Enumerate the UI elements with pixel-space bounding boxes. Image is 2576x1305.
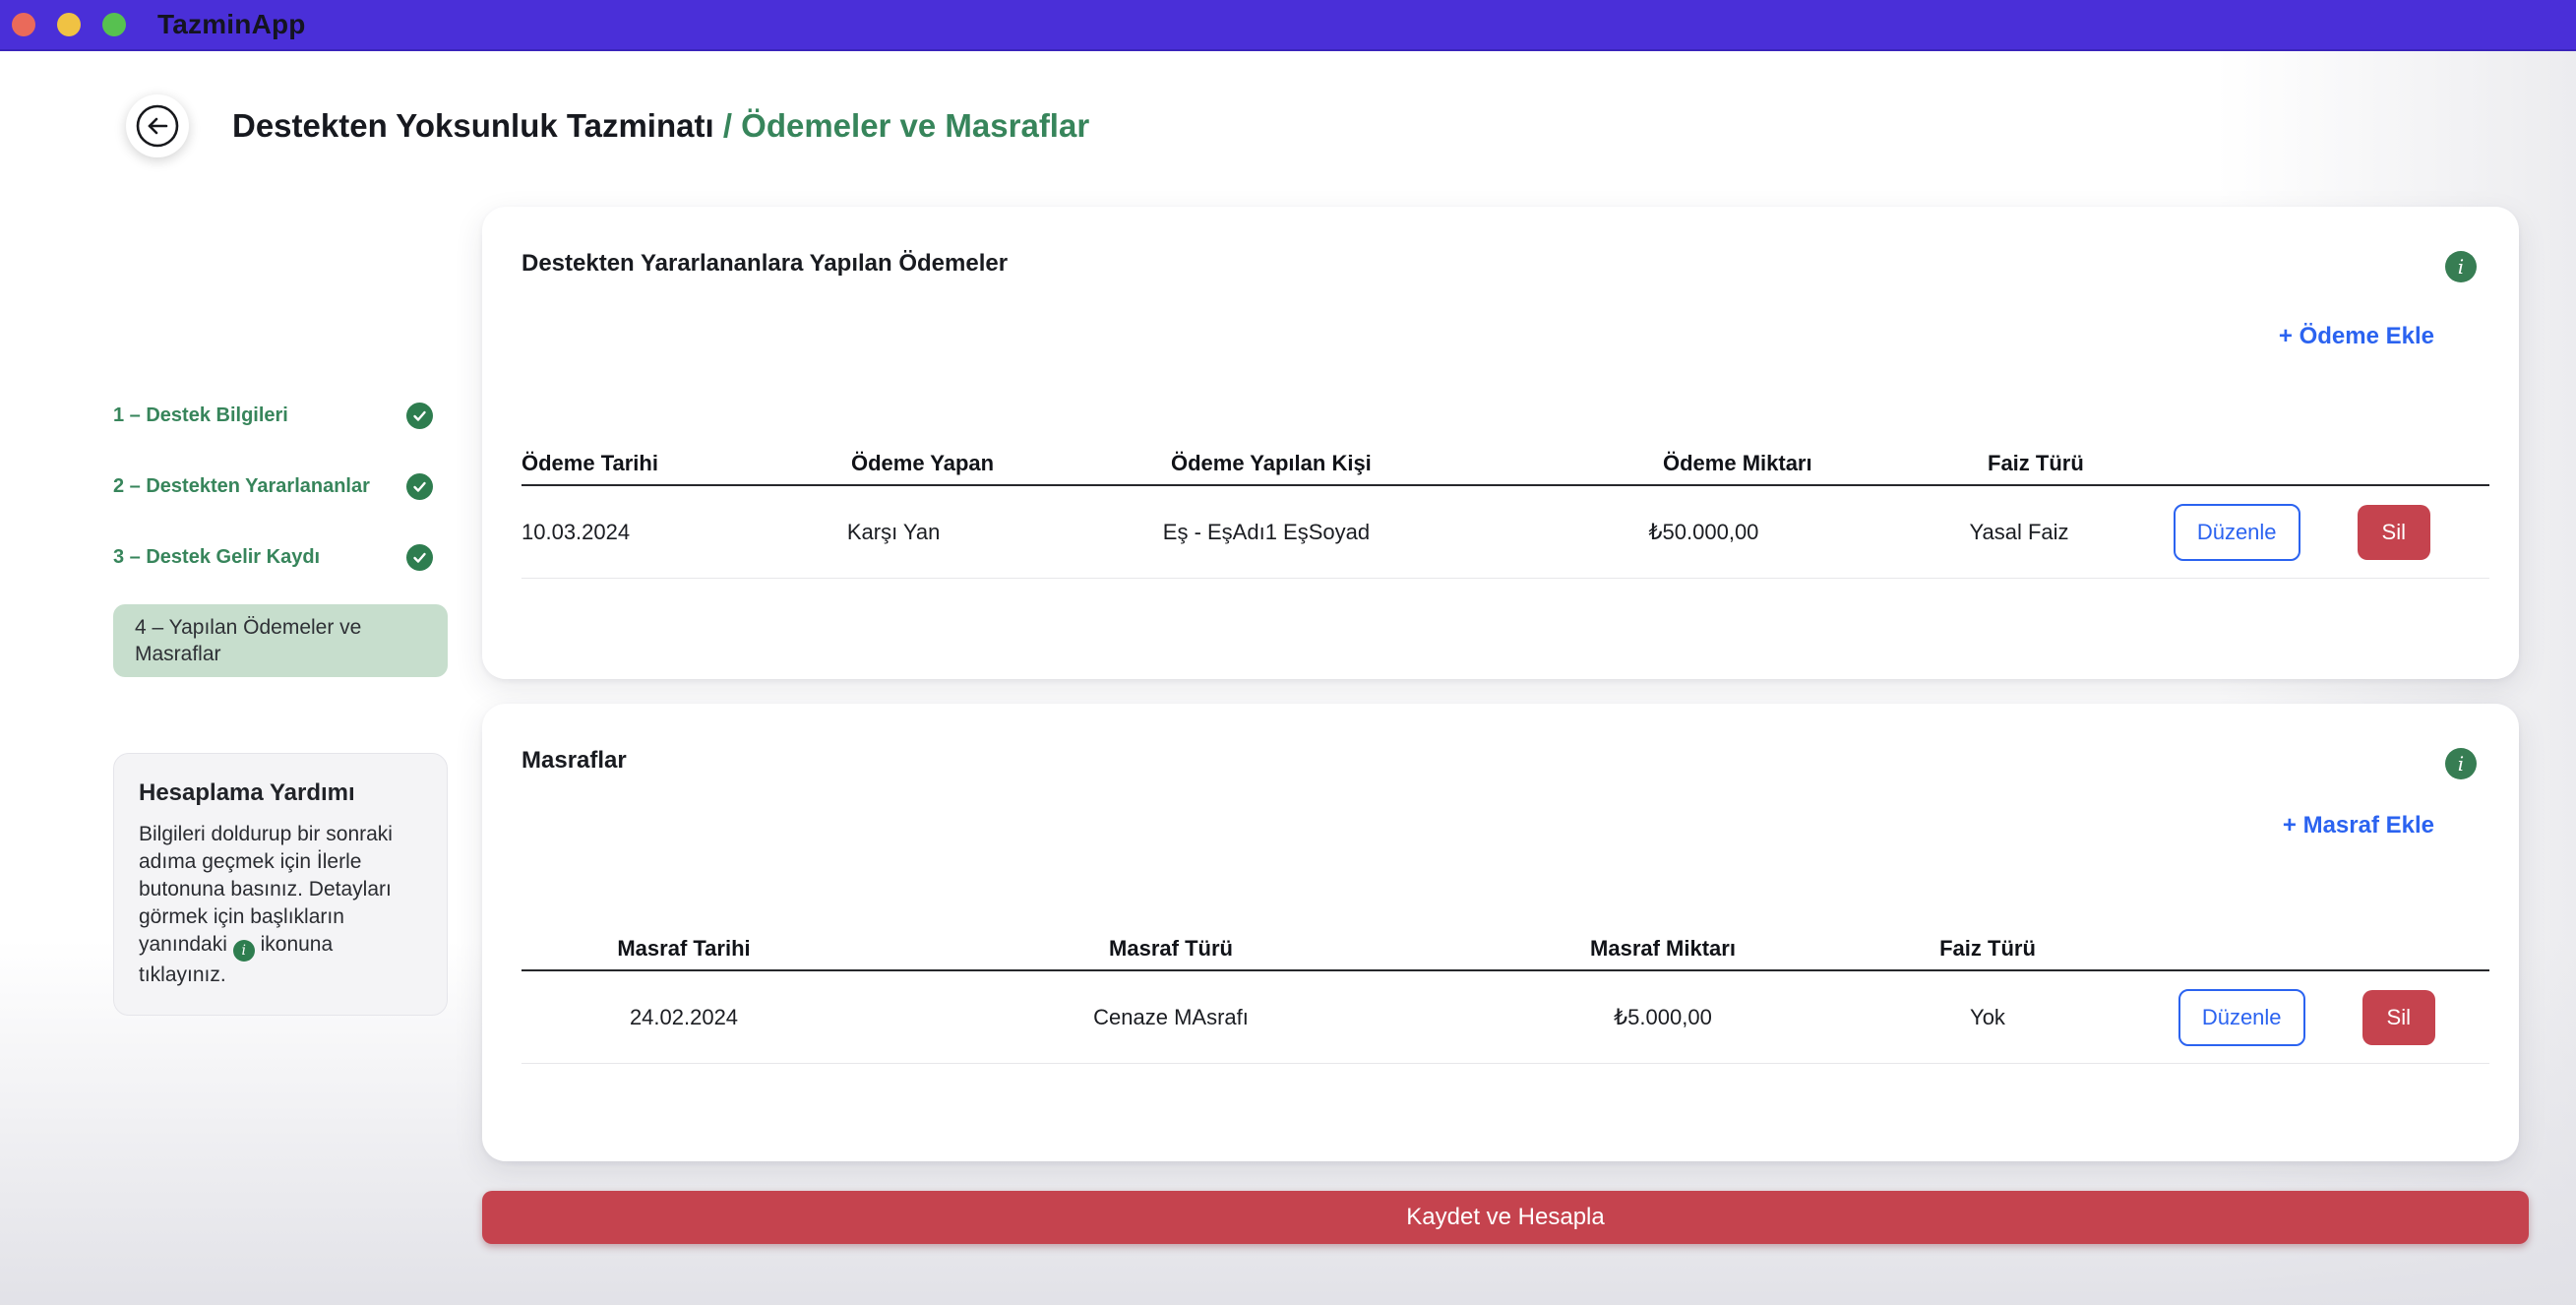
payments-card-title: Destekten Yararlananlara Yapılan Ödemele… bbox=[521, 250, 1008, 278]
column-header: Faiz Türü bbox=[1830, 936, 2145, 962]
expense-type-cell: Cenaze MAsrafı bbox=[846, 1005, 1496, 1030]
payment-amount-cell: ₺50.000,00 bbox=[1649, 520, 1970, 545]
check-circle-icon bbox=[406, 403, 433, 429]
add-payment-button[interactable]: + Ödeme Ekle bbox=[2279, 323, 2434, 350]
maximize-window-button[interactable] bbox=[102, 13, 126, 36]
expenses-table-row: 24.02.2024 Cenaze MAsrafı ₺5.000,00 Yok … bbox=[521, 971, 2489, 1064]
close-window-button[interactable] bbox=[12, 13, 35, 36]
help-box: Hesaplama Yardımı Bilgileri doldurup bir… bbox=[113, 753, 448, 1016]
sidebar-step-4-active[interactable]: 4 – Yapılan Ödemeler ve Masraflar bbox=[113, 604, 448, 677]
step-label: 1 – Destek Bilgileri bbox=[113, 404, 288, 427]
payment-date-cell: 10.03.2024 bbox=[521, 520, 847, 545]
save-and-calculate-button[interactable]: Kaydet ve Hesapla bbox=[482, 1191, 2529, 1244]
back-button[interactable] bbox=[126, 94, 189, 157]
expense-date-cell: 24.02.2024 bbox=[521, 1005, 846, 1030]
help-body: Bilgileri doldurup bir sonraki adıma geç… bbox=[139, 821, 422, 989]
column-header: Faiz Türü bbox=[1988, 451, 2194, 476]
payment-interest-cell: Yasal Faiz bbox=[1969, 520, 2173, 545]
page-title: Destekten Yoksunluk Tazminatı / Ödemeler… bbox=[232, 107, 1089, 145]
app-title: TazminApp bbox=[157, 9, 306, 40]
info-icon[interactable]: i bbox=[2445, 251, 2477, 282]
app-window: TazminApp Destekten Yoksunluk Tazminatı … bbox=[0, 0, 2576, 1305]
step-label: 4 – Yapılan Ödemeler ve Masraflar bbox=[135, 614, 426, 667]
edit-payment-button[interactable]: Düzenle bbox=[2174, 504, 2300, 561]
expenses-card: Masraflar i + Masraf Ekle Masraf Tarihi … bbox=[482, 704, 2519, 1161]
expenses-card-title: Masraflar bbox=[521, 747, 627, 775]
payments-table-row: 10.03.2024 Karşı Yan Eş - EşAdı1 EşSoyad… bbox=[521, 486, 2489, 579]
expense-interest-cell: Yok bbox=[1830, 1005, 2145, 1030]
column-header: Masraf Türü bbox=[846, 936, 1496, 962]
window-controls bbox=[0, 13, 126, 36]
expense-amount-cell: ₺5.000,00 bbox=[1496, 1005, 1830, 1030]
payments-table-header: Ödeme Tarihi Ödeme Yapan Ödeme Yapılan K… bbox=[521, 443, 2489, 486]
payment-payee-cell: Eş - EşAdı1 EşSoyad bbox=[1163, 520, 1649, 545]
payment-payer-cell: Karşı Yan bbox=[847, 520, 1163, 545]
step-label: 3 – Destek Gelir Kaydı bbox=[113, 546, 320, 569]
edit-expense-button[interactable]: Düzenle bbox=[2178, 989, 2305, 1046]
column-header: Masraf Tarihi bbox=[521, 936, 846, 962]
page-header: Destekten Yoksunluk Tazminatı / Ödemeler… bbox=[126, 94, 1089, 157]
column-header: Ödeme Yapılan Kişi bbox=[1171, 451, 1663, 476]
breadcrumb: / Ödemeler ve Masraflar bbox=[723, 107, 1089, 144]
info-icon: i bbox=[233, 940, 255, 962]
column-header: Ödeme Miktarı bbox=[1663, 451, 1988, 476]
delete-expense-button[interactable]: Sil bbox=[2362, 990, 2435, 1045]
sidebar-step-1[interactable]: 1 – Destek Bilgileri bbox=[113, 402, 433, 429]
payments-card: Destekten Yararlananlara Yapılan Ödemele… bbox=[482, 207, 2519, 679]
help-title: Hesaplama Yardımı bbox=[139, 779, 422, 807]
add-expense-button[interactable]: + Masraf Ekle bbox=[2283, 812, 2434, 839]
step-label: 2 – Destekten Yararlananlar bbox=[113, 475, 370, 498]
column-header: Masraf Miktarı bbox=[1496, 936, 1830, 962]
check-circle-icon bbox=[406, 473, 433, 500]
column-header: Ödeme Tarihi bbox=[521, 451, 851, 476]
sidebar-step-2[interactable]: 2 – Destekten Yararlananlar bbox=[113, 472, 433, 500]
column-header: Ödeme Yapan bbox=[851, 451, 1171, 476]
sidebar-step-3[interactable]: 3 – Destek Gelir Kaydı bbox=[113, 543, 433, 571]
expenses-table-header: Masraf Tarihi Masraf Türü Masraf Miktarı… bbox=[521, 928, 2489, 971]
info-icon[interactable]: i bbox=[2445, 748, 2477, 779]
minimize-window-button[interactable] bbox=[57, 13, 81, 36]
delete-payment-button[interactable]: Sil bbox=[2358, 505, 2430, 560]
expenses-table: Masraf Tarihi Masraf Türü Masraf Miktarı… bbox=[521, 928, 2489, 1064]
page-title-main: Destekten Yoksunluk Tazminatı bbox=[232, 107, 714, 144]
titlebar: TazminApp bbox=[0, 0, 2576, 51]
check-circle-icon bbox=[406, 544, 433, 571]
arrow-left-circle-icon bbox=[135, 103, 180, 149]
payments-table: Ödeme Tarihi Ödeme Yapan Ödeme Yapılan K… bbox=[521, 443, 2489, 579]
